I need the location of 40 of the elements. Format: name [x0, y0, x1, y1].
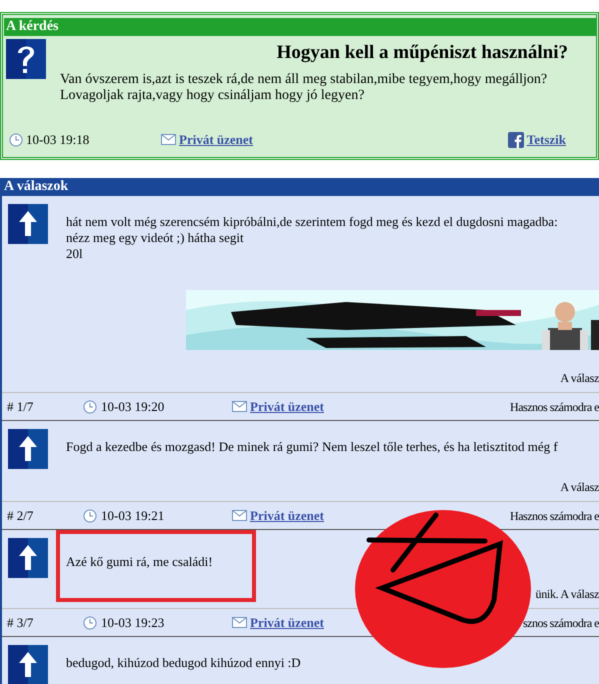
answer-text: Azé kő gumi rá, me családi! — [66, 554, 214, 570]
private-message-link[interactable]: Privát üzenet — [250, 506, 324, 526]
timestamp: 10-03 19:18 — [26, 131, 90, 149]
useful-prompt: Hasznos számodra e — [510, 508, 599, 524]
clock-icon — [83, 508, 97, 522]
private-message-link[interactable]: Privát üzenet — [250, 396, 324, 416]
clock-icon — [9, 132, 23, 147]
clock-icon — [83, 400, 97, 414]
envelope-icon — [161, 134, 176, 146]
question-text: Lovagoljak rajta,vagy hogy csináljam hogy jó legyen? — [60, 88, 366, 104]
answer-number: # 1/7 — [7, 398, 34, 416]
up-arrow-icon — [8, 645, 48, 684]
question-text: Van óvszerem is,azt is teszek rá,de nem áll meg stabilan,mibe tegyem,hogy megálljon? — [60, 72, 548, 88]
answer-note: A válasz — [560, 479, 599, 495]
envelope-icon — [232, 510, 247, 521]
private-message-link[interactable]: Privát üzenet — [250, 612, 324, 632]
timestamp: 10-03 19:20 — [101, 398, 166, 416]
like-link[interactable]: Tetszik — [526, 130, 566, 150]
answer-number: # 3/7 — [7, 614, 34, 632]
answer-note: ünik. A válasz — [536, 586, 599, 602]
useful-prompt: sznos számodra e — [523, 614, 599, 632]
answer-note: A válasz — [560, 370, 599, 386]
answer-text: 20l — [66, 246, 84, 262]
answer-text: nézz meg egy videót ;) hátha segit — [66, 230, 245, 246]
section-header: A válaszok — [2, 178, 599, 196]
answer-text: hát nem volt még szerencsém kipróbálni,de szerintem fogd meg és kezd el dugdosni magadba: — [66, 214, 559, 230]
section-header: A kérdés — [4, 18, 596, 36]
envelope-icon — [232, 617, 247, 628]
answer-text: bedugod, kihúzod bedugod kihúzod ennyi :D — [66, 655, 302, 671]
clock-icon — [83, 616, 97, 630]
answer-text: Fogd a kezedbe és mozgasd! De minek rá gumi? Nem leszel tőle terhes, és ha letisztitod még f — [66, 439, 559, 455]
useful-prompt: Hasznos számodra e — [510, 398, 599, 416]
question-title: Hogyan kell a műpéniszt használni? — [276, 41, 569, 65]
facebook-icon — [508, 132, 524, 148]
timestamp: 10-03 19:21 — [101, 506, 166, 525]
timestamp: 10-03 19:23 — [101, 614, 166, 632]
answer-number: # 2/7 — [7, 506, 34, 525]
private-message-link[interactable]: Privát üzenet — [179, 130, 254, 150]
envelope-icon — [232, 401, 247, 412]
question-icon — [6, 39, 46, 79]
